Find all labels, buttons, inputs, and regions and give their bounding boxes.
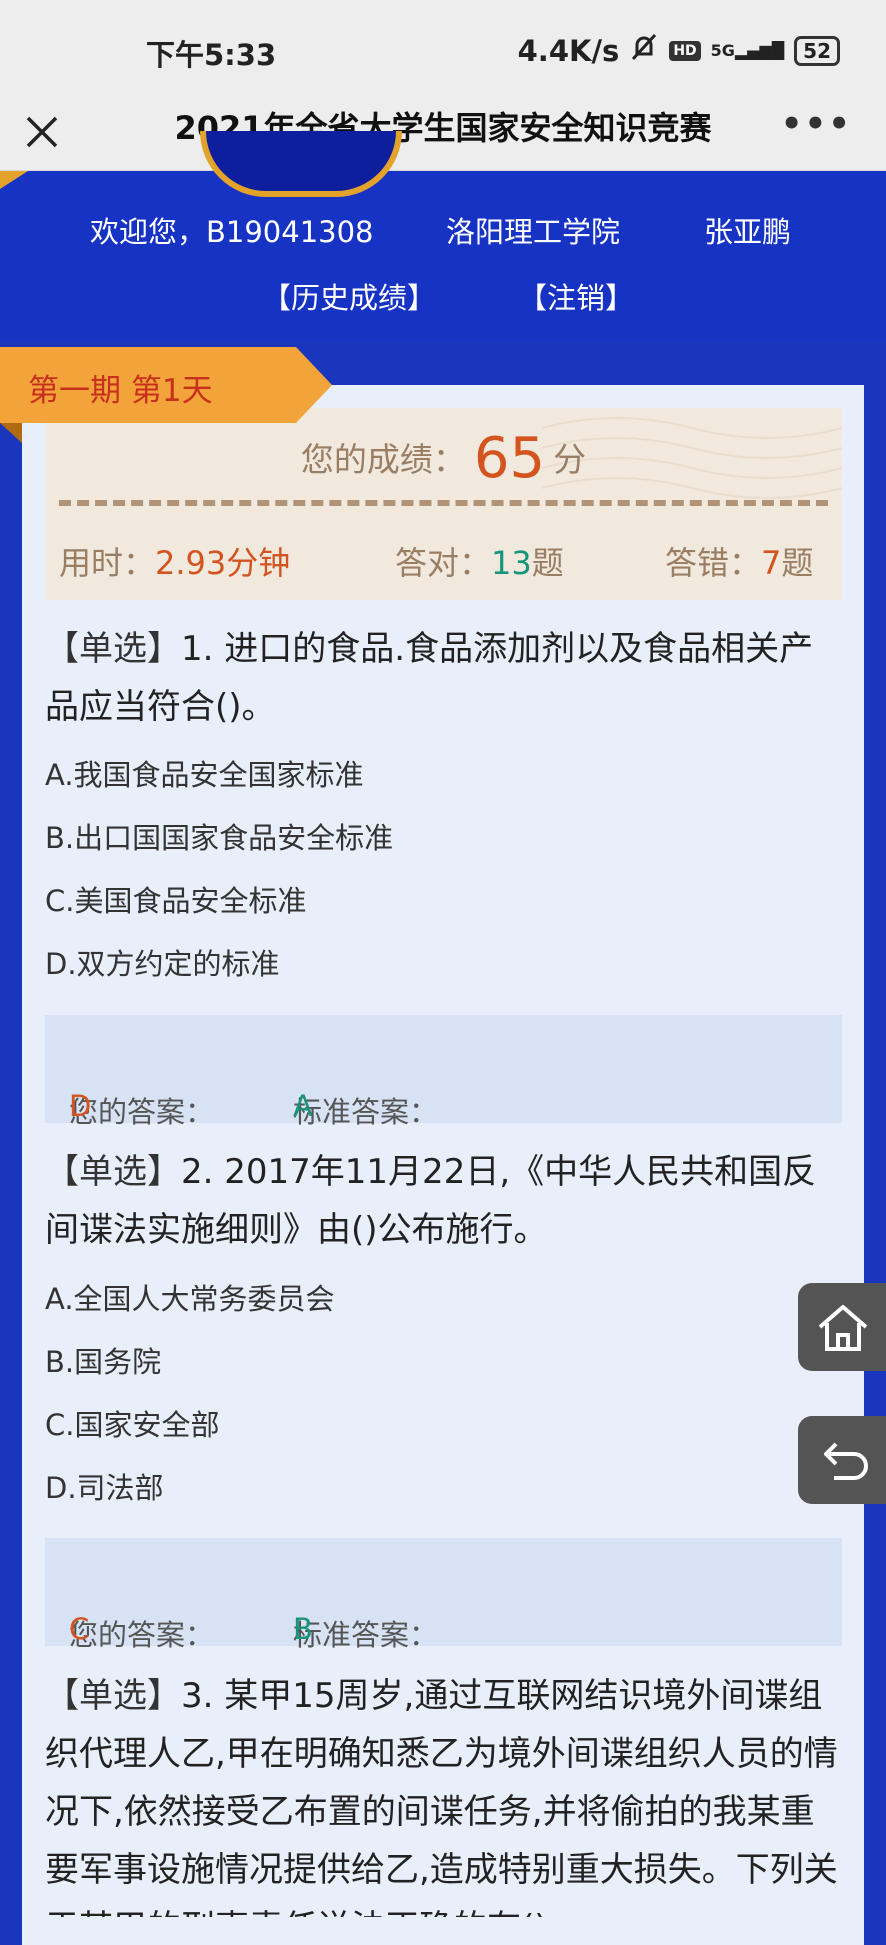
battery-icon: 52 (794, 35, 840, 66)
logout-link[interactable]: 【注销】 (518, 275, 634, 317)
option-c: C.国家安全部 (45, 1408, 220, 1442)
welcome-text: 欢迎您，B19041308 (90, 215, 374, 249)
option-c: C.美国食品安全标准 (45, 884, 307, 918)
question-type: 【单选】 (45, 1676, 181, 1716)
question-type: 【单选】 (45, 629, 181, 669)
score-unit: 分 (553, 440, 587, 479)
option-b: B.出口国国家食品安全标准 (45, 821, 394, 855)
question-1: 【单选】1. 进口的食品.食品添加剂以及食品相关产品应当符合()。 (45, 620, 845, 736)
wrong-count: 答错：7题 (665, 544, 814, 582)
home-button[interactable] (798, 1283, 886, 1371)
option-b: B.国务院 (45, 1345, 162, 1379)
option-d: D.司法部 (45, 1471, 164, 1505)
answer-box-1: 您的答案： D 标准答案： A (45, 1015, 842, 1129)
question-number: 3. (181, 1676, 214, 1716)
header-banner: 欢迎您，B19041308 洛阳理工学院 张亚鹏 【历史成绩】 【注销】 (0, 131, 886, 341)
school-name: 洛阳理工学院 (446, 215, 621, 249)
banner-decoration (0, 171, 28, 189)
period-tag-fold (0, 423, 22, 443)
option-d: D.双方约定的标准 (45, 947, 280, 981)
bell-off-icon (629, 32, 659, 69)
more-menu-icon[interactable]: ••• (781, 104, 852, 144)
score-summary: 您的成绩： 65 分 用时：2.93分钟 答对：13题 答错：7题 (45, 408, 842, 600)
question-number: 1. (181, 629, 214, 669)
back-button[interactable] (798, 1416, 886, 1504)
divider (59, 500, 828, 506)
score-label: 您的成绩： (300, 440, 466, 479)
period-tag-label: 第一期 第1天 (28, 373, 213, 409)
option-a: A.我国食品安全国家标准 (45, 758, 364, 792)
back-icon (824, 1442, 868, 1480)
correct-count: 答对：13题 (395, 544, 564, 582)
title-bar: 2021年全省大学生国家安全知识竞赛 ••• (0, 96, 886, 171)
hd-icon: HD (669, 40, 701, 61)
question-number: 2. (181, 1152, 214, 1192)
signal-icon: 5G▂▄▆█ (710, 40, 785, 60)
question-2: 【单选】2. 2017年11月22日,《中华人民共和国反间谍法实施细则》由()公… (45, 1143, 845, 1259)
option-a: A.全国人大常务委员会 (45, 1282, 335, 1316)
time-used: 用时：2.93分钟 (59, 544, 291, 582)
home-icon (818, 1305, 868, 1351)
question-3: 【单选】3. 某甲15周岁,通过互联网结识境外间谍组织代理人乙,甲在明确知悉乙为… (45, 1667, 845, 1917)
history-link[interactable]: 【历史成绩】 (262, 275, 436, 317)
network-speed: 4.4K/s (517, 33, 620, 68)
banner-swoosh (200, 131, 402, 197)
question-type: 【单选】 (45, 1152, 181, 1192)
status-time: 下午5:33 (146, 38, 277, 72)
score-value: 65 (473, 426, 546, 491)
close-icon[interactable] (22, 110, 62, 154)
answer-box-2: 您的答案： C 标准答案： B (45, 1538, 842, 1652)
user-name: 张亚鹏 (704, 215, 792, 249)
score-line: 您的成绩： 65 分 (45, 426, 842, 491)
period-tag: 第一期 第1天 (0, 347, 332, 423)
status-icons: 4.4K/s HD 5G▂▄▆█ 52 (518, 32, 840, 69)
status-bar: 下午5:33 4.4K/s HD 5G▂▄▆█ 52 (0, 0, 886, 96)
